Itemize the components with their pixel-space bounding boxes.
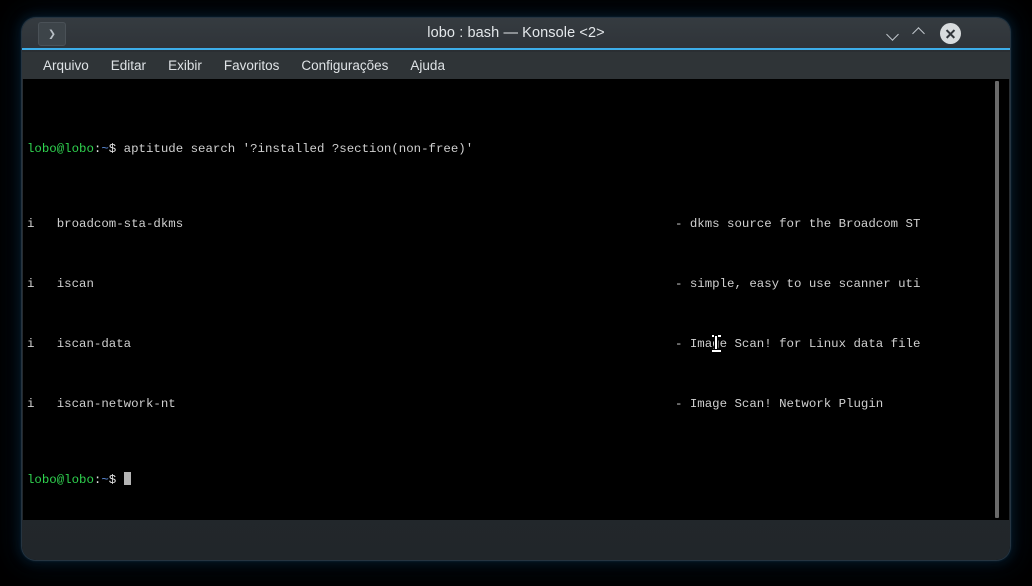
- terminal-active-prompt[interactable]: lobo@lobo:~$: [27, 472, 991, 487]
- terminal-text-cursor: [123, 472, 132, 485]
- menu-item-arquivo[interactable]: Arquivo: [32, 54, 100, 77]
- package-name: iscan-network-nt: [56, 397, 176, 411]
- package-description: - Image Scan! for Linux data file: [675, 337, 921, 351]
- prompt-user-host: lobo@lobo: [27, 142, 94, 156]
- package-description: - dkms source for the Broadcom ST: [675, 217, 921, 231]
- terminal-command: aptitude search '?installed ?section(non…: [123, 142, 474, 156]
- maximize-button[interactable]: [907, 22, 930, 45]
- window-title: lobo : bash — Konsole <2>: [427, 25, 605, 41]
- package-result-row: i broadcom-sta-dkms - dkms source for the…: [27, 217, 991, 232]
- menu-item-exibir[interactable]: Exibir: [157, 54, 213, 77]
- menubar: Arquivo Editar Exibir Favoritos Configur…: [22, 52, 1010, 79]
- package-result-row: i iscan-network-nt - Image Scan! Network …: [27, 397, 991, 412]
- close-button[interactable]: [939, 22, 962, 45]
- package-result-row: i iscan - simple, easy to use scanner uti: [27, 277, 991, 292]
- minimize-button[interactable]: [881, 22, 904, 45]
- package-name: broadcom-sta-dkms: [56, 217, 184, 231]
- prompt-sigil: $: [108, 142, 124, 156]
- window-titlebar[interactable]: ❯ lobo : bash — Konsole <2>: [22, 18, 1010, 50]
- konsole-window: ❯ lobo : bash — Konsole <2> Arquivo Edit…: [22, 18, 1010, 560]
- package-name: iscan: [56, 277, 94, 291]
- package-description: - simple, easy to use scanner uti: [675, 277, 921, 291]
- close-icon: [940, 23, 961, 44]
- prompt-sigil: $: [108, 473, 124, 487]
- terminal-output[interactable]: lobo@lobo:~$ aptitude search '?installed…: [23, 79, 991, 520]
- package-name: iscan-data: [56, 337, 132, 351]
- desktop-background: ❯ lobo : bash — Konsole <2> Arquivo Edit…: [0, 0, 1032, 586]
- chevron-up-icon: [913, 28, 924, 39]
- terminal-scrollbar[interactable]: [990, 79, 1004, 520]
- package-description: - Image Scan! Network Plugin: [675, 397, 884, 411]
- terminal-scrollbar-thumb[interactable]: [995, 81, 999, 518]
- terminal-area[interactable]: lobo@lobo:~$ aptitude search '?installed…: [23, 79, 1009, 520]
- terminal-prompt-icon[interactable]: ❯: [38, 22, 66, 46]
- chevron-down-icon: [887, 28, 898, 39]
- package-result-row: i iscan-data - Image Scan! for Linux data…: [27, 337, 991, 352]
- prompt-user-host: lobo@lobo: [27, 473, 94, 487]
- menu-item-favoritos[interactable]: Favoritos: [213, 54, 291, 77]
- menu-item-configuracoes[interactable]: Configurações: [290, 54, 399, 77]
- menu-item-editar[interactable]: Editar: [100, 54, 157, 77]
- menu-item-ajuda[interactable]: Ajuda: [399, 54, 456, 77]
- prompt-path: ~: [101, 142, 109, 156]
- terminal-command-line: lobo@lobo:~$ aptitude search '?installed…: [27, 142, 991, 157]
- prompt-path: ~: [101, 473, 109, 487]
